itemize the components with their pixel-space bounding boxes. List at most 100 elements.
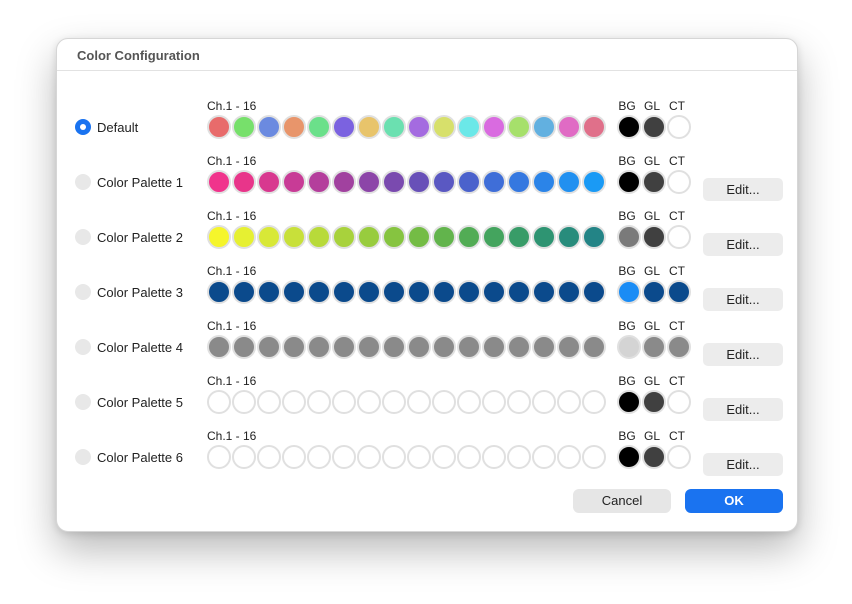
- channel-swatch: [582, 445, 606, 469]
- extra-swatch-gl: [642, 390, 666, 414]
- palette-radio[interactable]: [75, 339, 91, 355]
- channel-swatch: [357, 225, 381, 249]
- channel-swatch: [382, 390, 406, 414]
- channel-swatch: [532, 225, 556, 249]
- extra-label-gl: GL: [643, 264, 660, 278]
- channel-swatch: [307, 335, 331, 359]
- channel-swatch: [432, 335, 456, 359]
- edit-palette-button[interactable]: Edit...: [703, 178, 783, 201]
- extra-swatch-ct: [667, 390, 691, 414]
- cancel-button[interactable]: Cancel: [573, 489, 671, 513]
- channel-swatch: [482, 390, 506, 414]
- channel-swatch: [257, 115, 281, 139]
- channel-swatch: [232, 390, 256, 414]
- channel-swatch: [557, 280, 581, 304]
- channel-swatch: [207, 280, 231, 304]
- channel-swatch: [207, 390, 231, 414]
- channel-swatch: [407, 280, 431, 304]
- extra-swatch-ct: [667, 280, 691, 304]
- channel-swatch: [282, 445, 306, 469]
- channel-swatch: [557, 445, 581, 469]
- title-divider: [57, 70, 797, 71]
- channel-swatch: [257, 225, 281, 249]
- channel-swatch: [557, 390, 581, 414]
- palette-name[interactable]: Color Palette 1: [97, 175, 183, 190]
- channel-swatch: [382, 115, 406, 139]
- channel-swatch: [232, 335, 256, 359]
- channel-swatch: [357, 445, 381, 469]
- channel-swatch: [332, 225, 356, 249]
- palette-name[interactable]: Default: [97, 120, 138, 135]
- channel-swatch: [407, 390, 431, 414]
- channel-swatch: [207, 335, 231, 359]
- palette-name[interactable]: Color Palette 3: [97, 285, 183, 300]
- channel-swatch: [257, 170, 281, 194]
- channel-swatch: [282, 280, 306, 304]
- channel-swatch: [457, 335, 481, 359]
- channel-swatch: [207, 445, 231, 469]
- channel-swatch: [532, 170, 556, 194]
- edit-palette-button[interactable]: Edit...: [703, 233, 783, 256]
- extra-swatch-ct: [667, 170, 691, 194]
- edit-palette-button[interactable]: Edit...: [703, 453, 783, 476]
- color-configuration-dialog: Color Configuration Default Ch.1 - 16 BG GL…: [56, 38, 798, 532]
- channel-swatch: [407, 115, 431, 139]
- palette-name[interactable]: Color Palette 5: [97, 395, 183, 410]
- dialog-title: Color Configuration: [77, 48, 200, 63]
- channel-swatch: [557, 170, 581, 194]
- channel-range-label: Ch.1 - 16: [207, 154, 257, 168]
- palette-radio[interactable]: [75, 174, 91, 190]
- edit-palette-button[interactable]: Edit...: [703, 288, 783, 311]
- channel-swatch: [507, 115, 531, 139]
- palette-row: Color Palette 1 Ch.1 - 16 BG GL CT Edit...: [57, 151, 797, 206]
- palette-row: Color Palette 3 Ch.1 - 16 BG GL CT Edit...: [57, 261, 797, 316]
- channel-swatch: [332, 115, 356, 139]
- channel-swatch: [232, 115, 256, 139]
- channel-swatch: [332, 280, 356, 304]
- channel-swatch: [257, 335, 281, 359]
- channel-swatch: [407, 445, 431, 469]
- palette-radio[interactable]: [75, 394, 91, 410]
- extra-swatch-bg: [617, 390, 641, 414]
- extra-label-bg: BG: [618, 264, 636, 278]
- channel-swatch: [507, 335, 531, 359]
- channel-swatch: [507, 225, 531, 249]
- channel-swatch: [332, 335, 356, 359]
- extra-label-gl: GL: [643, 374, 660, 388]
- extra-label-bg: BG: [618, 374, 636, 388]
- palette-name[interactable]: Color Palette 6: [97, 450, 183, 465]
- channel-range-label: Ch.1 - 16: [207, 319, 257, 333]
- channel-swatch: [432, 445, 456, 469]
- edit-palette-button[interactable]: Edit...: [703, 398, 783, 421]
- channel-swatch: [557, 335, 581, 359]
- channel-swatch: [432, 225, 456, 249]
- channel-swatch: [507, 445, 531, 469]
- channel-swatch: [332, 170, 356, 194]
- palette-radio[interactable]: [75, 119, 91, 135]
- ok-button[interactable]: OK: [685, 489, 783, 513]
- channel-swatch: [207, 115, 231, 139]
- extra-label-ct: CT: [669, 264, 685, 278]
- palette-name[interactable]: Color Palette 2: [97, 230, 183, 245]
- channel-swatch: [407, 225, 431, 249]
- palette-radio[interactable]: [75, 229, 91, 245]
- channel-swatch: [232, 445, 256, 469]
- edit-palette-button[interactable]: Edit...: [703, 343, 783, 366]
- extra-swatch-bg: [617, 280, 641, 304]
- palette-radio[interactable]: [75, 284, 91, 300]
- channel-swatch: [457, 280, 481, 304]
- extra-label-ct: CT: [669, 429, 685, 443]
- extra-label-gl: GL: [643, 319, 660, 333]
- extra-swatch-gl: [642, 115, 666, 139]
- channel-swatch: [382, 225, 406, 249]
- channel-swatch: [582, 170, 606, 194]
- channel-swatch: [557, 115, 581, 139]
- palette-name[interactable]: Color Palette 4: [97, 340, 183, 355]
- channel-swatch: [532, 280, 556, 304]
- extra-swatch-bg: [617, 445, 641, 469]
- channel-swatch: [307, 170, 331, 194]
- palette-radio[interactable]: [75, 449, 91, 465]
- extra-swatch-bg: [617, 335, 641, 359]
- channel-range-label: Ch.1 - 16: [207, 209, 257, 223]
- channel-swatch: [482, 170, 506, 194]
